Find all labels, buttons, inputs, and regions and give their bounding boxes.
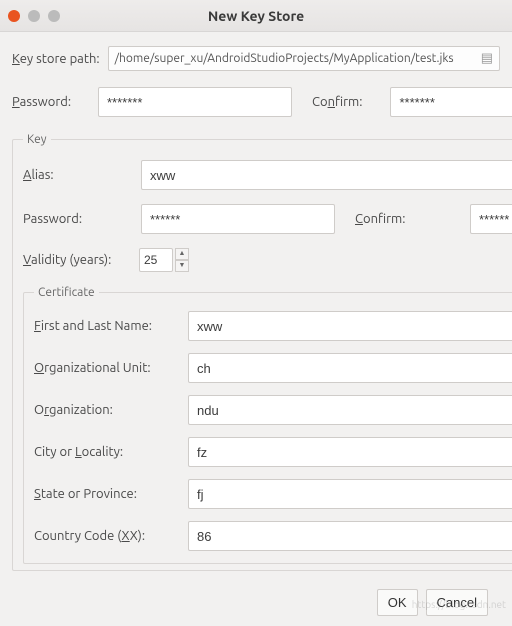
alias-row: Alias: xyxy=(23,160,512,190)
certificate-legend: Certificate xyxy=(34,286,99,299)
keystore-path-row: Key store path: /home/super_xu/AndroidSt… xyxy=(12,46,500,71)
keystore-path-label: Key store path: xyxy=(12,52,100,66)
key-password-row: Password: Confirm: xyxy=(23,204,512,234)
confirm-label: Confirm: xyxy=(312,95,362,109)
city-input[interactable] xyxy=(188,437,512,467)
org-unit-label: Organizational Unit: xyxy=(34,361,182,375)
key-legend: Key xyxy=(23,133,51,146)
country-label: Country Code (XX): xyxy=(34,529,182,543)
confirm-input[interactable] xyxy=(390,87,512,117)
button-bar: OK Cancel xyxy=(12,571,500,616)
ok-button[interactable]: OK xyxy=(377,589,418,616)
alias-label: Alias: xyxy=(23,168,111,182)
folder-icon[interactable]: ▤ xyxy=(481,51,493,66)
password-label: Password: xyxy=(12,95,84,109)
state-row: State or Province: xyxy=(34,479,512,509)
country-input[interactable] xyxy=(188,521,512,551)
password-input[interactable] xyxy=(98,87,292,117)
key-password-label: Password: xyxy=(23,212,98,226)
cancel-button[interactable]: Cancel xyxy=(426,589,488,616)
keystore-path-value: /home/super_xu/AndroidStudioProjects/MyA… xyxy=(115,52,454,65)
key-confirm-input[interactable] xyxy=(470,204,512,234)
alias-input[interactable] xyxy=(141,160,512,190)
first-last-label: First and Last Name: xyxy=(34,319,182,333)
key-confirm-label: Confirm: xyxy=(355,212,413,226)
validity-input[interactable] xyxy=(139,248,173,272)
org-input[interactable] xyxy=(188,395,512,425)
org-label: Organization: xyxy=(34,403,182,417)
window-title: New Key Store xyxy=(0,8,512,24)
validity-spinner: ▲ ▼ xyxy=(175,248,189,272)
key-fieldset: Key Alias: Password: Confirm: Validity (… xyxy=(12,133,512,571)
state-label: State or Province: xyxy=(34,487,182,501)
city-row: City or Locality: xyxy=(34,437,512,467)
city-label: City or Locality: xyxy=(34,445,182,459)
org-unit-input[interactable] xyxy=(188,353,512,383)
first-last-input[interactable] xyxy=(188,311,512,341)
key-password-input[interactable] xyxy=(141,204,335,234)
spinner-down-icon[interactable]: ▼ xyxy=(175,260,189,272)
minimize-icon[interactable] xyxy=(28,10,40,22)
titlebar: New Key Store xyxy=(0,0,512,32)
state-input[interactable] xyxy=(188,479,512,509)
maximize-icon[interactable] xyxy=(48,10,60,22)
validity-row: Validity (years): ▲ ▼ xyxy=(23,248,512,272)
country-row: Country Code (XX): xyxy=(34,521,512,551)
dialog-body: Key store path: /home/super_xu/AndroidSt… xyxy=(0,32,512,626)
close-icon[interactable] xyxy=(8,10,20,22)
validity-label: Validity (years): xyxy=(23,253,133,267)
certificate-fieldset: Certificate First and Last Name: Organiz… xyxy=(23,286,512,564)
password-row: Password: Confirm: xyxy=(12,87,500,117)
first-last-row: First and Last Name: xyxy=(34,311,512,341)
spinner-up-icon[interactable]: ▲ xyxy=(175,248,189,260)
org-row: Organization: xyxy=(34,395,512,425)
org-unit-row: Organizational Unit: xyxy=(34,353,512,383)
keystore-path-input[interactable]: /home/super_xu/AndroidStudioProjects/MyA… xyxy=(108,46,500,71)
